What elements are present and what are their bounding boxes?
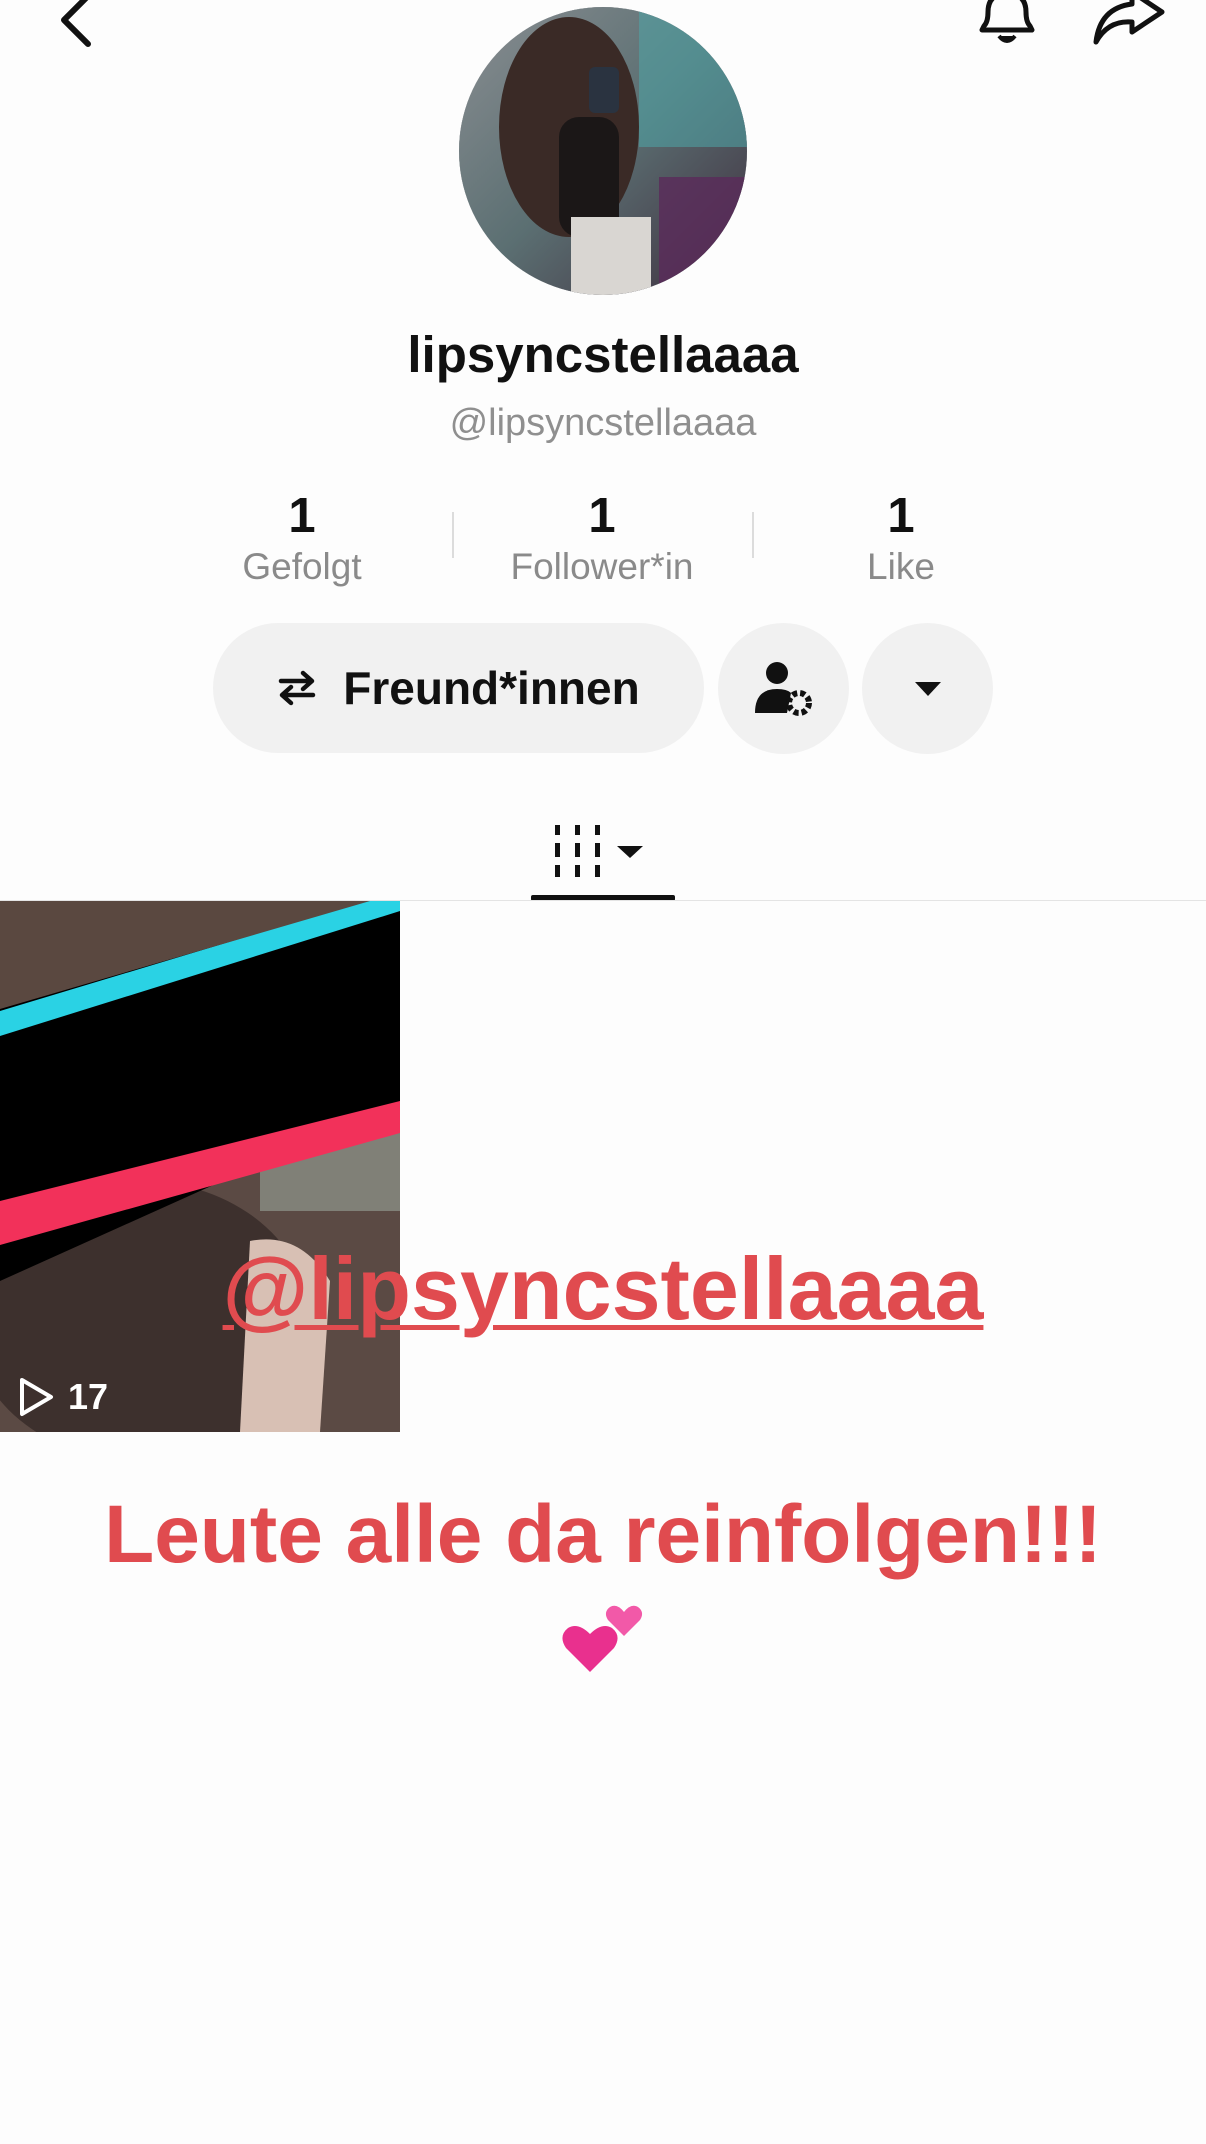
likes-label: Like xyxy=(867,546,935,587)
play-outline-icon xyxy=(20,1378,53,1416)
caret-down-icon xyxy=(914,681,941,696)
friends-button-label: Freund*innen xyxy=(343,662,640,714)
share-button[interactable] xyxy=(1090,0,1166,50)
stat-likes[interactable]: 1 Like xyxy=(751,488,1051,590)
overlay-mention-link[interactable]: @lipsyncstellaaaa xyxy=(0,1238,1206,1340)
video-thumbnail[interactable]: 17 xyxy=(0,901,400,1432)
bell-icon xyxy=(979,0,1035,43)
two-hearts-icon xyxy=(560,1588,650,1678)
profile-avatar[interactable] xyxy=(459,7,747,295)
followers-count: 1 xyxy=(588,489,616,543)
likes-count: 1 xyxy=(887,489,915,543)
user-gear-icon xyxy=(754,661,812,716)
notifications-button[interactable] xyxy=(974,0,1040,52)
following-label: Gefolgt xyxy=(242,546,362,587)
avatar-image xyxy=(459,7,747,295)
overlay-message: Leute alle da reinfolgen!!! xyxy=(104,1489,1102,1580)
swap-arrows-icon xyxy=(279,670,316,706)
share-arrow-icon xyxy=(1093,0,1165,45)
video-thumbnail-image xyxy=(0,901,400,1432)
view-count-value: 17 xyxy=(68,1376,109,1417)
friends-button[interactable]: Freund*innen xyxy=(213,623,704,753)
tab-videos-grid[interactable] xyxy=(531,800,675,902)
more-options-button[interactable] xyxy=(862,623,993,754)
display-name: lipsyncstellaaaa xyxy=(407,326,799,383)
stat-following[interactable]: 1 Gefolgt xyxy=(152,488,452,590)
profile-settings-button[interactable] xyxy=(718,623,849,754)
grid-columns-icon xyxy=(555,825,643,877)
chevron-left-icon xyxy=(61,0,91,47)
following-count: 1 xyxy=(288,489,316,543)
username-handle: @lipsyncstellaaaa xyxy=(449,402,757,444)
view-count: 17 xyxy=(18,1376,108,1418)
stat-followers[interactable]: 1 Follower*in xyxy=(452,488,752,590)
back-button[interactable] xyxy=(52,0,102,48)
followers-label: Follower*in xyxy=(510,546,694,587)
